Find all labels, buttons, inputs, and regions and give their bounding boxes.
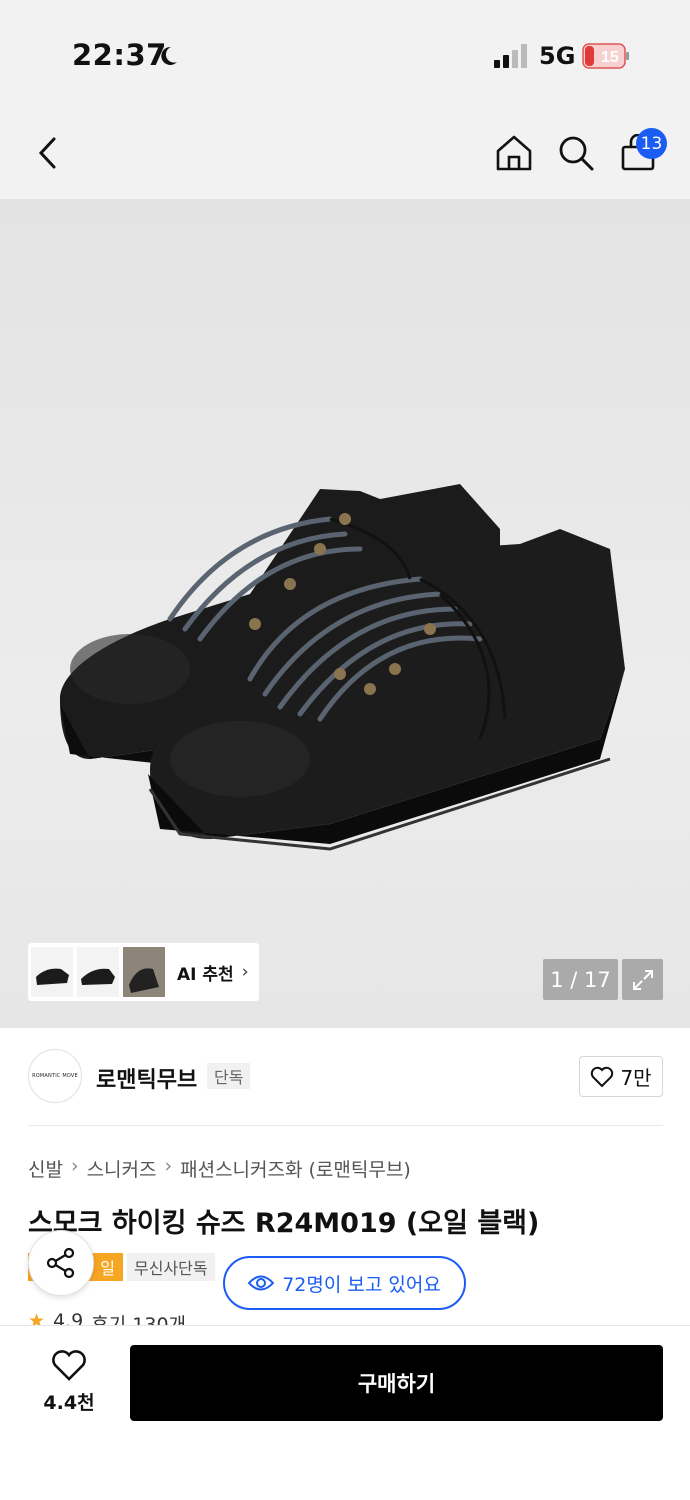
brand-like-count: 7만 [620,1066,652,1090]
eye-icon [248,1275,275,1291]
battery-icon: 15 [582,43,629,69]
chevron-right-icon: › [241,962,249,982]
cart-count-badge: 13 [636,128,667,159]
brand-logo[interactable]: ROMANTIC MOVE [28,1049,82,1103]
chevron-left-icon [38,137,56,169]
star-icon: ★ [28,1310,46,1326]
expand-button[interactable] [622,959,663,1000]
rating-value: 4.9 [53,1310,84,1326]
home-icon [496,135,532,171]
breadcrumb: 신발 › 스니커즈 › 패션스니커즈화 (로맨틱무브) [28,1155,411,1182]
signal-icon [494,44,527,68]
rating-row[interactable]: ★ 4.9 후기 130개 [28,1310,186,1326]
search-icon [559,136,594,171]
expand-icon [632,969,653,990]
chevron-right-icon: › [164,1155,173,1177]
ai-thumb-1 [31,947,73,997]
ai-thumb-3 [123,947,165,997]
search-button[interactable] [552,129,600,177]
image-counter: 1 / 17 [543,959,618,1000]
breadcrumb-item[interactable]: 패션스니커즈화 (로맨틱무브) [180,1155,411,1182]
hiking-shoes-image [60,484,625,851]
home-button[interactable] [490,129,538,177]
breadcrumb-item[interactable]: 신발 [28,1155,63,1182]
product-title: 스모크 하이킹 슈즈 R24M019 (오일 블랙) [28,1208,540,1239]
ai-recommend-card[interactable]: AI 추천 › [28,943,259,1001]
divider [28,1125,663,1126]
status-time: 22:37 [72,38,167,72]
top-nav [0,105,690,199]
moon-icon [161,46,177,65]
network-label: 5G [539,42,576,70]
brand-name[interactable]: 로맨틱무브 [96,1062,197,1094]
viewers-indicator: 72명이 보고 있어요 [223,1256,466,1310]
battery-level: 15 [601,49,619,66]
wishlist-button[interactable]: 4.4천 [30,1345,108,1420]
chevron-right-icon: › [70,1155,79,1177]
back-button[interactable] [24,129,72,177]
heart-icon [591,1066,614,1087]
share-icon [46,1247,75,1279]
wishlist-count: 4.4천 [43,1392,95,1414]
share-button[interactable] [28,1230,94,1296]
ai-recommend-label: AI 추천 [177,964,234,985]
review-count: 후기 130개 [91,1314,187,1326]
brand-like-button[interactable]: 7만 [579,1056,663,1097]
buy-button[interactable]: 구매하기 [130,1345,663,1421]
breadcrumb-item[interactable]: 스니커즈 [87,1155,157,1182]
ai-thumb-2 [77,947,119,997]
exclusive-tag: 단독 [207,1063,251,1089]
exclusive-badge: 무신사단독 [127,1253,215,1281]
viewers-text: 72명이 보고 있어요 [282,1273,441,1296]
status-bar: 22:37 5G 15 [0,0,690,105]
product-image[interactable] [0,199,690,1028]
brand-logo-text: ROMANTIC MOVE [32,1073,78,1079]
heart-icon [52,1350,86,1381]
